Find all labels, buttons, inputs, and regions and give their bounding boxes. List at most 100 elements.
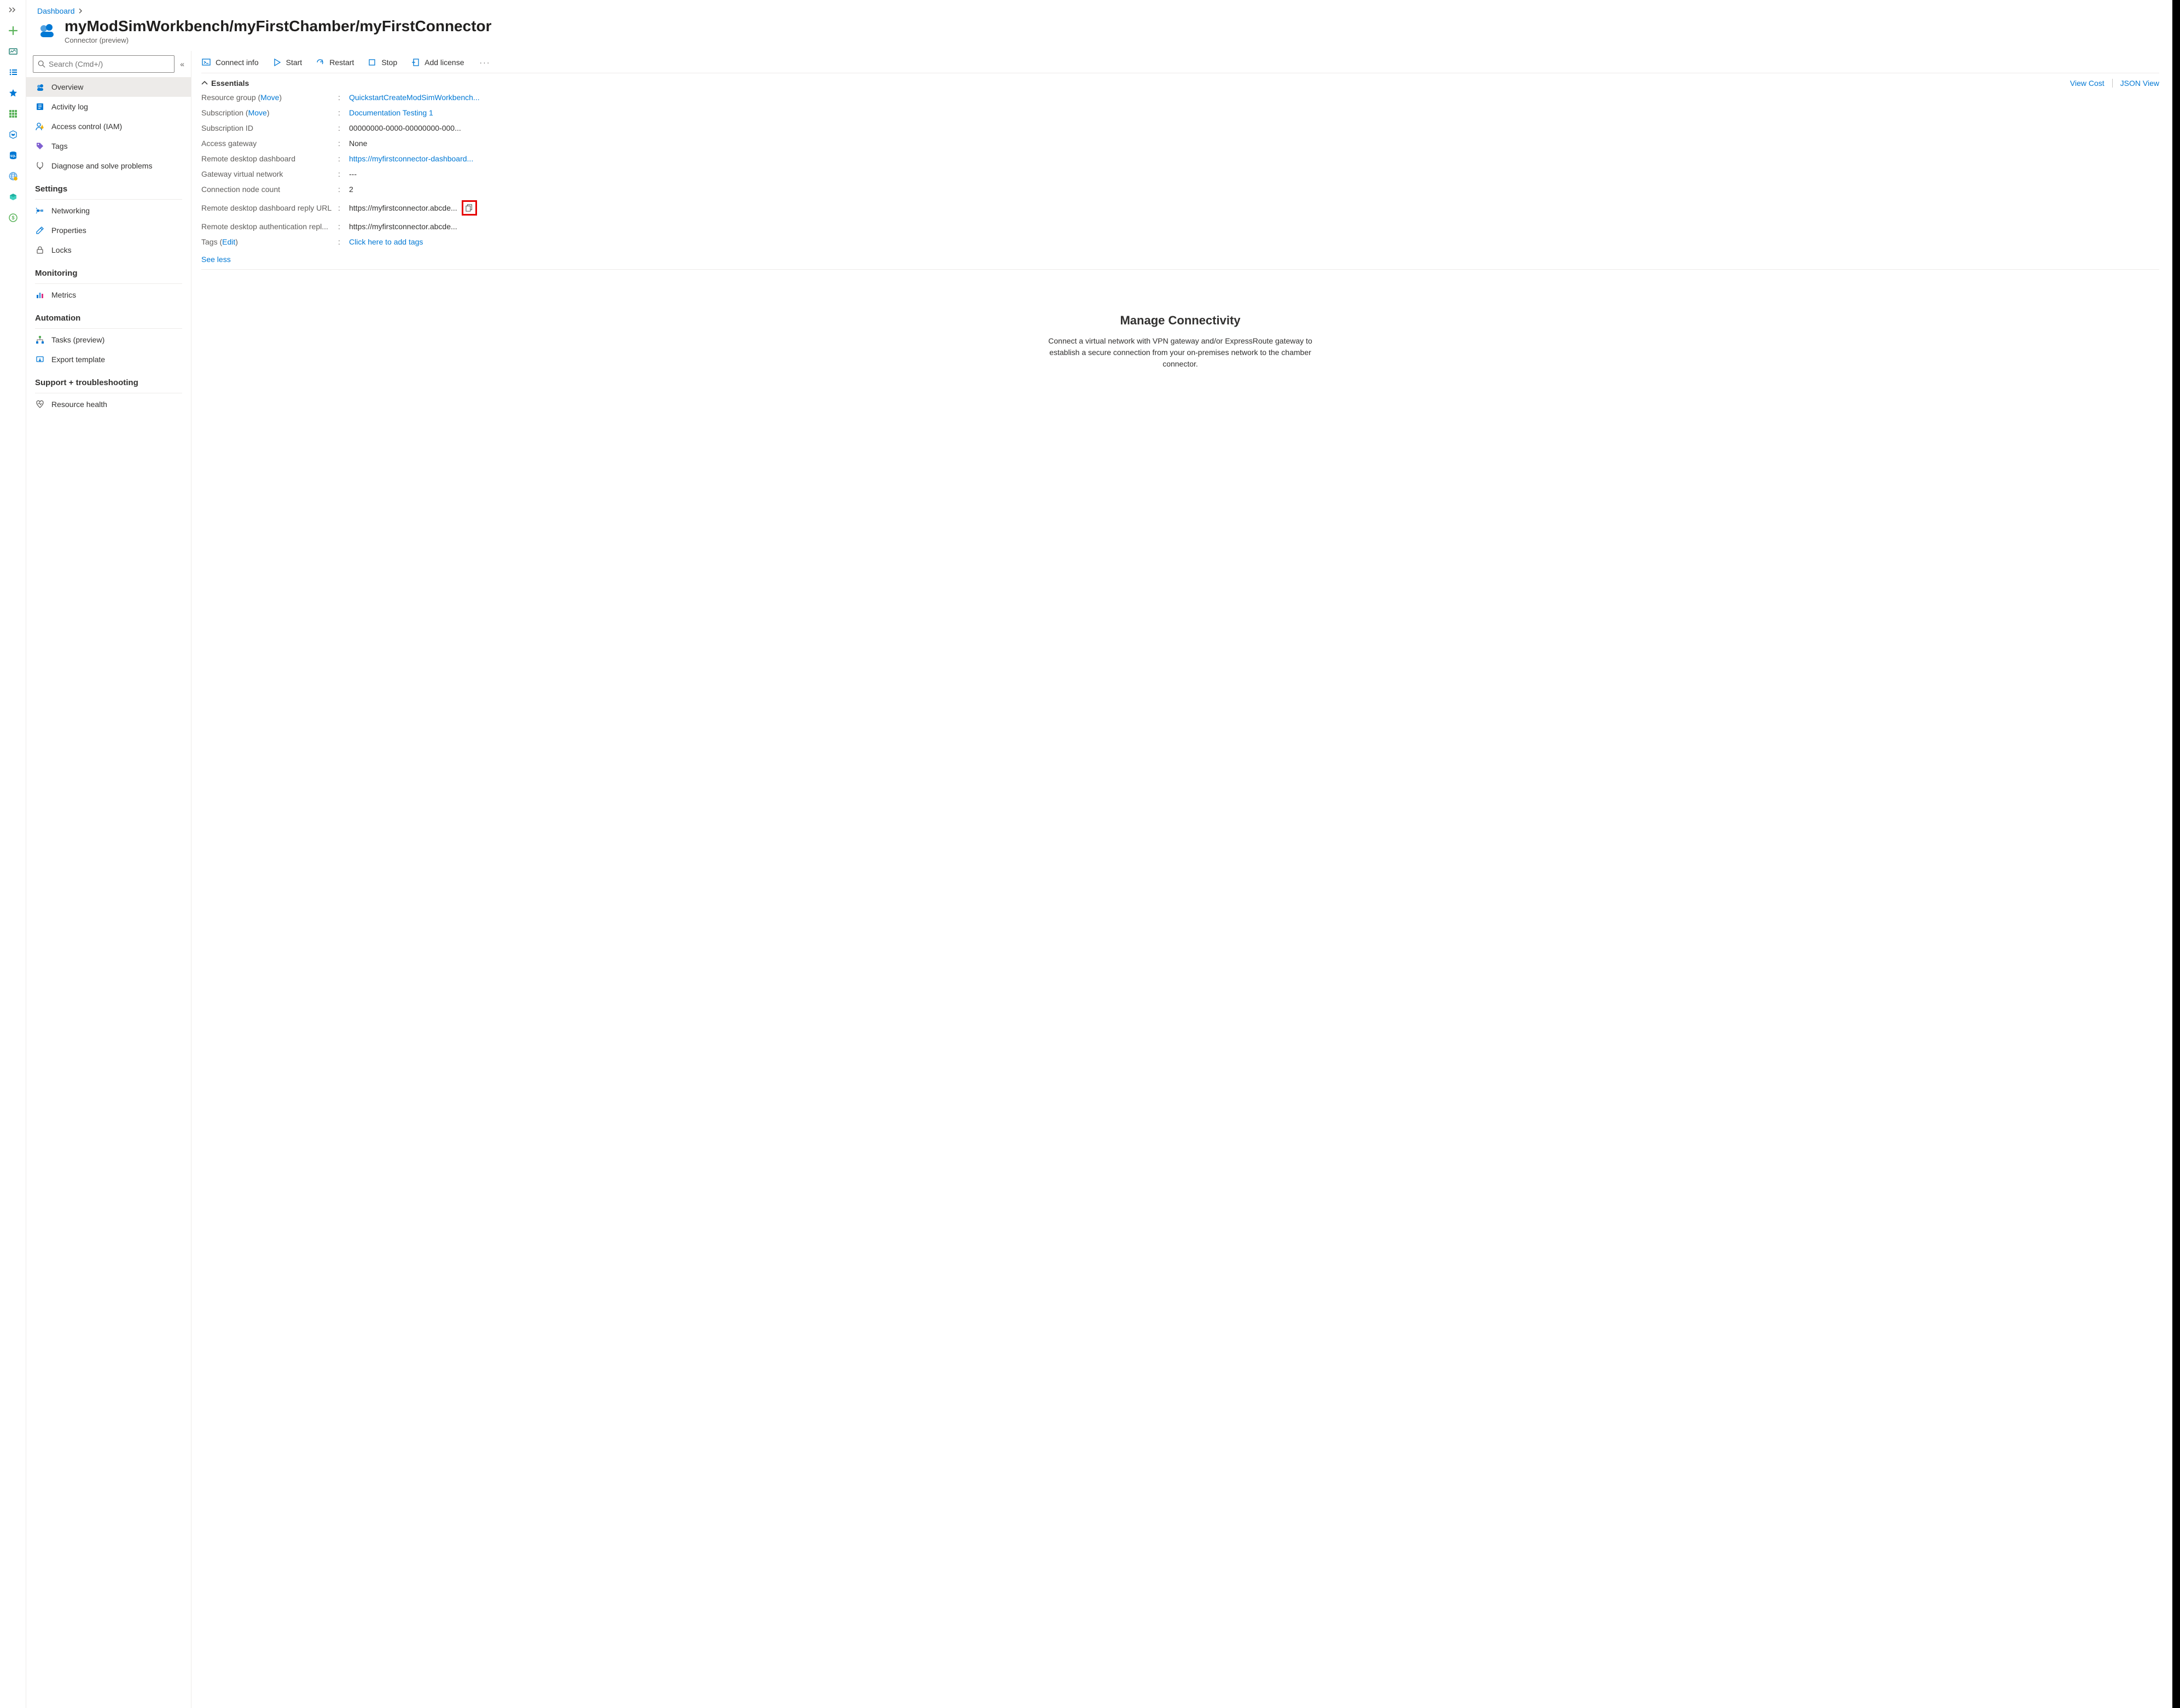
nav-resource-health[interactable]: Resource health <box>26 394 191 414</box>
kv-value: 2 <box>349 185 2159 194</box>
nav-properties[interactable]: Properties <box>26 220 191 240</box>
content-pane: Connect info Start Restart Stop <box>191 51 2172 1708</box>
kv-label: Remote desktop dashboard reply URL <box>201 204 338 212</box>
menu-search[interactable] <box>33 55 175 73</box>
export-template-icon <box>35 355 45 364</box>
manage-body: Connect a virtual network with VPN gatew… <box>1033 335 1328 370</box>
page-title: myModSimWorkbench/myFirstChamber/myFirst… <box>65 18 492 35</box>
kv-value[interactable]: Documentation Testing 1 <box>349 108 2159 117</box>
kv-label: Subscription ID <box>201 124 338 132</box>
diagnose-icon <box>35 161 45 171</box>
breadcrumb[interactable]: Dashboard <box>26 0 2172 15</box>
menu-search-input[interactable] <box>49 60 170 68</box>
add-license-icon <box>410 57 420 67</box>
cmd-connect-info[interactable]: Connect info <box>201 57 259 67</box>
resource-groups-icon[interactable] <box>8 129 19 140</box>
cmd-restart[interactable]: Restart <box>315 57 354 67</box>
collapse-menu-button[interactable]: « <box>180 60 184 68</box>
breadcrumb-item[interactable]: Dashboard <box>37 7 75 15</box>
nav-label: Access control (IAM) <box>51 122 122 131</box>
cost-icon[interactable]: $ <box>8 212 19 223</box>
stop-icon <box>367 57 377 67</box>
nav-metrics[interactable]: Metrics <box>26 285 191 305</box>
kv-value[interactable]: QuickstartCreateModSimWorkbench... <box>349 93 2159 102</box>
kv-label: Subscription (Move) <box>201 108 338 117</box>
dashboard-icon[interactable] <box>8 46 19 57</box>
all-resources-icon[interactable] <box>8 108 19 119</box>
svg-text:$: $ <box>11 215 14 220</box>
create-resource-icon[interactable] <box>8 25 19 36</box>
kv-label-tags: Tags (Edit) <box>201 237 338 246</box>
nav-label: Metrics <box>51 291 76 299</box>
sql-icon[interactable]: SQL <box>8 150 19 161</box>
cmd-start[interactable]: Start <box>272 57 303 67</box>
nav-diagnose[interactable]: Diagnose and solve problems <box>26 156 191 176</box>
nav-label: Properties <box>51 226 86 235</box>
nav-activity-log[interactable]: Activity log <box>26 97 191 117</box>
copy-icon <box>466 204 473 212</box>
kv-value[interactable]: https://myfirstconnector-dashboard... <box>349 154 2159 163</box>
nav-label: Diagnose and solve problems <box>51 161 152 170</box>
section-settings: Settings <box>26 176 191 197</box>
icon-rail: SQL $ <box>0 0 26 1708</box>
nav-locks[interactable]: Locks <box>26 240 191 260</box>
metrics-icon <box>35 290 45 300</box>
kv-value: https://myfirstconnector.abcde... <box>349 222 2159 231</box>
cmd-stop[interactable]: Stop <box>367 57 397 67</box>
nav-export-template[interactable]: Export template <box>26 350 191 369</box>
manage-connectivity: Manage Connectivity Connect a virtual ne… <box>1033 313 1328 370</box>
json-view-link[interactable]: JSON View <box>2120 79 2159 88</box>
nav-tags[interactable]: Tags <box>26 136 191 156</box>
page-header: myModSimWorkbench/myFirstChamber/myFirst… <box>26 15 2172 51</box>
start-icon <box>272 57 282 67</box>
see-less-link[interactable]: See less <box>201 249 231 268</box>
storage-icon[interactable] <box>8 191 19 202</box>
nav-networking[interactable]: Networking <box>26 201 191 220</box>
nav-label: Activity log <box>51 102 88 111</box>
kv-value: https://myfirstconnector.abcde...Copy to… <box>349 200 2159 216</box>
kv-label: Access gateway <box>201 139 338 148</box>
kv-value: --- <box>349 170 2159 178</box>
nav-overview[interactable]: Overview <box>26 77 191 97</box>
chevron-up-icon <box>201 80 208 86</box>
nav-label: Networking <box>51 206 90 215</box>
nav-tasks[interactable]: Tasks (preview) <box>26 330 191 350</box>
view-cost-link[interactable]: View Cost <box>2070 79 2105 88</box>
globe-icon[interactable] <box>8 171 19 182</box>
expand-rail-icon[interactable] <box>8 4 19 15</box>
nav-label: Resource health <box>51 400 107 409</box>
nav-label: Locks <box>51 246 72 254</box>
cmd-add-license[interactable]: Add license <box>410 57 464 67</box>
nav-access-control[interactable]: Access control (IAM) <box>26 117 191 136</box>
locks-icon <box>35 245 45 255</box>
tags-edit-link[interactable]: Edit <box>222 237 235 246</box>
kv-label: Remote desktop dashboard <box>201 154 338 163</box>
connector-icon <box>37 21 57 40</box>
kv-label: Connection node count <box>201 185 338 194</box>
connect-info-icon <box>201 57 211 67</box>
copy-button[interactable] <box>462 200 477 216</box>
properties-icon <box>35 225 45 235</box>
svg-text:SQL: SQL <box>10 155 15 158</box>
kv-value: None <box>349 139 2159 148</box>
section-automation: Automation <box>26 305 191 326</box>
manage-title: Manage Connectivity <box>1033 313 1328 328</box>
access-control-icon <box>35 121 45 131</box>
activity-log-icon <box>35 102 45 112</box>
nav-label: Overview <box>51 83 83 91</box>
kv-label: Gateway virtual network <box>201 170 338 178</box>
resource-health-icon <box>35 399 45 409</box>
command-bar: Connect info Start Restart Stop <box>201 55 2159 73</box>
restart-icon <box>315 57 325 67</box>
cmd-more[interactable]: ··· <box>478 58 493 67</box>
all-services-icon[interactable] <box>8 67 19 78</box>
section-support: Support + troubleshooting <box>26 369 191 391</box>
tags-icon <box>35 141 45 151</box>
move-link[interactable]: Move <box>260 93 279 102</box>
kv-value: 00000000-0000-00000000-000... <box>349 124 2159 132</box>
tags-add-link[interactable]: Click here to add tags <box>349 237 2159 246</box>
move-link[interactable]: Move <box>248 108 267 117</box>
essentials-toggle[interactable]: Essentials <box>201 79 249 88</box>
kv-label: Remote desktop authentication repl... <box>201 222 338 231</box>
favorites-icon[interactable] <box>8 88 19 98</box>
